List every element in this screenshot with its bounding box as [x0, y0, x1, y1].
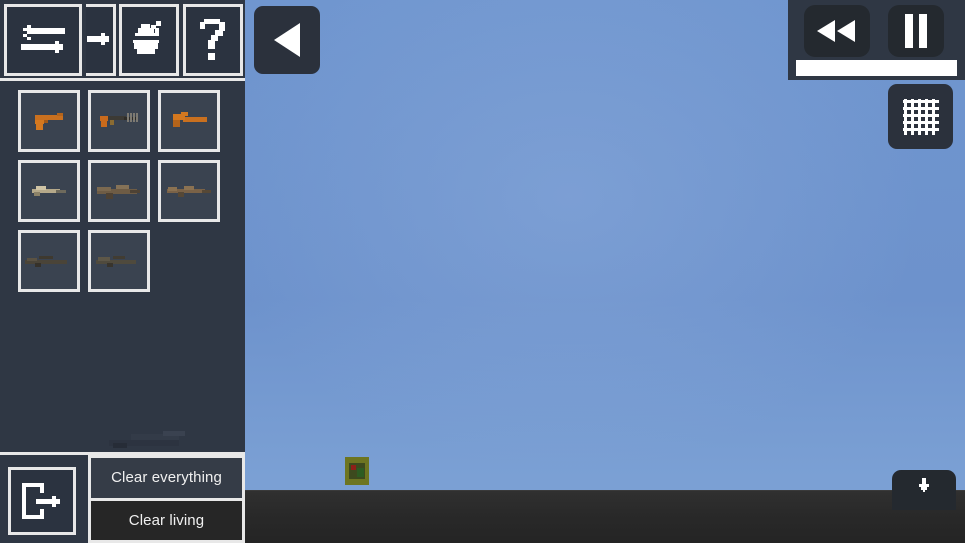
next-page-button[interactable] — [86, 4, 116, 76]
pause-icon — [905, 14, 927, 48]
bottom-right-button[interactable] — [892, 470, 956, 510]
transport-controls — [788, 0, 965, 80]
question-mark-icon — [200, 19, 225, 60]
back-button[interactable] — [254, 6, 320, 74]
clear-buttons-panel: Clear everything Clear living — [88, 455, 245, 543]
weapon-slot-battle-rifle[interactable] — [158, 160, 220, 222]
exit-icon — [22, 483, 60, 519]
swap-icon — [21, 25, 65, 53]
pistol-sprite — [35, 113, 63, 130]
weapon-slot-marksman-rifle[interactable] — [88, 230, 150, 292]
pause-button[interactable] — [888, 5, 944, 57]
weapon-slot-pistol[interactable] — [18, 90, 80, 152]
rifle2-sprite — [167, 186, 211, 197]
weapon-slot-sawed-off-shotgun[interactable] — [158, 90, 220, 152]
grenade-icon — [133, 21, 161, 54]
rewind-button[interactable] — [804, 5, 870, 57]
weapon-grid — [18, 90, 228, 292]
rifle-sprite — [97, 185, 140, 199]
toolbar-divider — [0, 78, 245, 81]
download-icon — [919, 478, 929, 492]
clear-everything-button[interactable]: Clear everything — [91, 458, 242, 498]
help-button[interactable] — [183, 4, 243, 76]
grid-icon — [902, 98, 939, 135]
sidebar-toolbar — [0, 0, 245, 78]
entity-marker-red — [351, 465, 356, 470]
swap-button[interactable] — [4, 4, 82, 76]
rewind-icon — [817, 20, 855, 42]
back-triangle-icon — [274, 23, 300, 57]
weapon-slot-submachine-gun[interactable] — [88, 90, 150, 152]
arrow-right-icon — [86, 33, 109, 45]
grenade-button[interactable] — [119, 4, 179, 76]
weapon-slot-assault-rifle[interactable] — [88, 160, 150, 222]
entity-marker-green — [357, 468, 364, 477]
weapon-slot-sniper-rifle[interactable] — [18, 230, 80, 292]
shotgun-sprite — [173, 112, 207, 127]
smg2-sprite — [32, 186, 66, 196]
equipped-item-preview — [105, 428, 205, 452]
smg-sprite — [100, 113, 138, 127]
grid-toggle-button[interactable] — [888, 84, 953, 149]
clear-living-button[interactable]: Clear living — [91, 500, 242, 540]
weapon-slot-smg-silenced[interactable] — [18, 160, 80, 222]
sniper2-sprite — [96, 256, 136, 267]
equipped-rifle-sprite — [109, 431, 185, 448]
sniper-sprite — [25, 256, 67, 267]
exit-button[interactable] — [8, 467, 76, 535]
spawned-entity[interactable] — [341, 455, 373, 487]
speed-slider[interactable] — [796, 60, 957, 76]
